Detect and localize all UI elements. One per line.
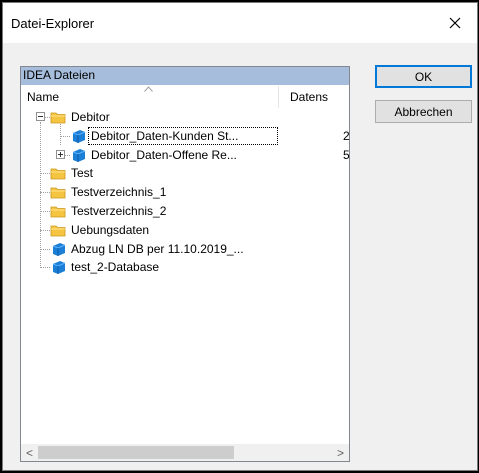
- tree-item-label: Debitor_Daten-Offene Re...: [91, 147, 237, 162]
- tree-item-label: Debitor: [71, 110, 110, 124]
- database-icon: [70, 129, 86, 143]
- file-tree: Debitor Debitor_Daten-Kunden St... 2 Debito…: [21, 108, 349, 438]
- database-icon: [50, 242, 66, 256]
- cancel-button[interactable]: Abbrechen: [375, 100, 472, 123]
- collapse-icon[interactable]: [36, 112, 45, 121]
- tree-connector: [60, 135, 70, 137]
- database-icon: [70, 148, 86, 162]
- tree-folder-item[interactable]: Test: [21, 164, 349, 182]
- tree-folder-item[interactable]: Testverzeichnis_2: [21, 202, 349, 220]
- ok-button[interactable]: OK: [375, 65, 472, 88]
- column-name[interactable]: Name: [27, 90, 59, 104]
- tree-connector: [40, 192, 50, 194]
- tree-item-label: Test: [71, 166, 94, 181]
- tree-item-label: Testverzeichnis_1: [71, 185, 167, 200]
- scroll-thumb[interactable]: [38, 446, 234, 459]
- expand-icon[interactable]: [56, 149, 65, 159]
- tree-connector: [40, 248, 50, 250]
- folder-icon: [50, 110, 66, 124]
- file-tree-panel[interactable]: IDEA Dateien Name Datens Debitor Debitor_…: [20, 66, 350, 462]
- tree-connector: [40, 211, 50, 212]
- panel-header: IDEA Dateien: [21, 67, 349, 85]
- tree-item-label: test_2-Database: [71, 260, 160, 275]
- panel-header-label: IDEA Dateien: [23, 68, 96, 82]
- sort-up-icon: [144, 86, 153, 92]
- tree-database-item[interactable]: Debitor_Daten-Offene Re... 5: [21, 146, 349, 164]
- database-icon: [50, 260, 66, 275]
- tree-folder-item[interactable]: Uebungsdaten: [21, 221, 349, 239]
- tree-database-item[interactable]: Abzug LN DB per 11.10.2019_...: [21, 240, 349, 258]
- tree-folder-item[interactable]: Debitor: [21, 108, 349, 126]
- close-button[interactable]: [433, 3, 477, 43]
- close-icon: [449, 17, 461, 29]
- tree-item-label: Testverzeichnis_2: [71, 204, 167, 218]
- tree-item-label: Uebungsdaten: [71, 222, 150, 237]
- folder-icon: [50, 223, 66, 237]
- tree-database-item[interactable]: test_2-Database: [21, 258, 349, 276]
- datei-explorer-dialog: Datei-Explorer IDEA Dateien Name Datens …: [2, 2, 478, 471]
- scroll-right-button[interactable]: >: [332, 444, 349, 461]
- tree-connector: [40, 229, 50, 231]
- folder-icon: [50, 204, 66, 218]
- selection-focus-box: [88, 126, 278, 145]
- tree-folder-item[interactable]: Testverzeichnis_1: [21, 183, 349, 201]
- datens-cell: 2: [343, 128, 350, 143]
- horizontal-scrollbar[interactable]: < >: [21, 444, 349, 461]
- datens-cell: 5: [343, 147, 350, 162]
- title-bar: Datei-Explorer: [3, 3, 477, 43]
- scroll-left-button[interactable]: <: [21, 444, 38, 461]
- tree-connector: [40, 173, 50, 175]
- window-title: Datei-Explorer: [11, 16, 95, 31]
- tree-connector: [40, 267, 50, 269]
- column-header: Name Datens: [21, 86, 349, 108]
- tree-database-item[interactable]: Debitor_Daten-Kunden St... 2: [21, 126, 350, 145]
- folder-icon: [50, 166, 66, 180]
- tree-item-label: Abzug LN DB per 11.10.2019_...: [71, 241, 244, 256]
- column-datens[interactable]: Datens: [290, 90, 328, 104]
- column-separator[interactable]: [278, 86, 279, 108]
- folder-icon: [50, 185, 66, 199]
